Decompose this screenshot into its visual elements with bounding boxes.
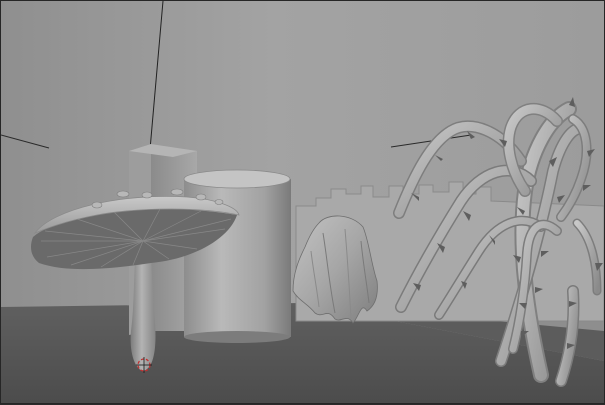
3d-viewport[interactable]	[0, 0, 605, 404]
viewport-canvas[interactable]	[1, 1, 604, 403]
